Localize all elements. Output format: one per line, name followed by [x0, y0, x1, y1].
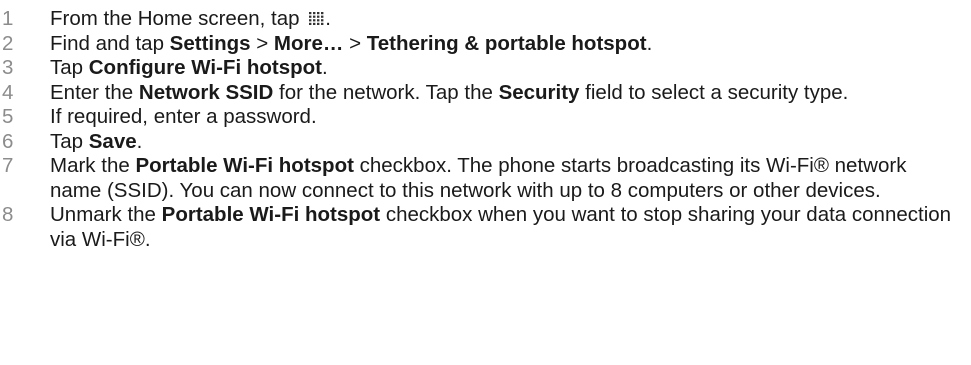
step-item: 6 Tap Save.: [0, 130, 971, 155]
step-item: 3 Tap Configure Wi-Fi hotspot.: [0, 56, 971, 81]
step-text-segment: Find and tap: [50, 31, 170, 55]
ui-term: Save: [88, 129, 137, 153]
step-text: Unmark the Portable Wi-Fi hotspot checkb…: [50, 203, 971, 252]
step-text: Tap Save.: [50, 130, 971, 155]
step-number: 4: [2, 80, 14, 104]
ui-term: Settings: [169, 31, 251, 55]
step-item: 2 Find and tap Settings > More… > Tetheri…: [0, 32, 971, 57]
ui-term: Portable Wi-Fi hotspot: [161, 203, 381, 226]
step-text: If required, enter a password.: [50, 105, 971, 130]
step-text-segment: >: [343, 31, 367, 55]
step-text-segment: Tap: [50, 56, 89, 79]
step-number: 7: [2, 154, 14, 177]
step-text-segment: Unmark the: [50, 203, 162, 226]
step-text-segment: .: [136, 129, 143, 153]
step-text: Enter the Network SSID for the network. …: [50, 81, 971, 106]
step-number: 5: [2, 105, 14, 128]
ui-term: Security: [498, 80, 580, 104]
step-text-segment: Mark the: [50, 154, 136, 177]
ui-term: More…: [273, 31, 344, 55]
step-text: Mark the Portable Wi-Fi hotspot checkbox…: [50, 154, 971, 203]
step-text-segment: .: [646, 31, 653, 55]
step-number: 8: [2, 203, 14, 226]
step-item: 4 Enter the Network SSID for the network.…: [0, 81, 971, 106]
ui-term: Tethering & portable hotspot: [366, 31, 647, 55]
step-item: 1 From the Home screen, tap .: [0, 7, 971, 32]
step-item: 8 Unmark the Portable Wi-Fi hotspot check…: [0, 203, 971, 252]
step-text-segment: Enter the: [50, 80, 139, 104]
step-number: 6: [2, 129, 14, 153]
step-text-segment: >: [250, 31, 274, 55]
step-text-segment: If required, enter a password.: [50, 105, 317, 128]
step-text-segment: .: [325, 7, 331, 30]
step-item: 7 Mark the Portable Wi-Fi hotspot checkbo…: [0, 154, 971, 203]
step-text-segment: From the Home screen, tap: [50, 7, 306, 30]
step-text: From the Home screen, tap .: [50, 7, 971, 32]
step-number: 2: [2, 31, 14, 55]
step-text-segment: for the network. Tap the: [273, 80, 499, 104]
apps-grid-icon: [309, 12, 324, 25]
step-text: Tap Configure Wi-Fi hotspot.: [50, 56, 971, 81]
step-number: 3: [2, 56, 14, 79]
ui-term: Portable Wi-Fi hotspot: [135, 154, 354, 177]
instruction-steps: 1 From the Home screen, tap . 2 Find and ta…: [0, 7, 971, 252]
step-number: 1: [2, 7, 14, 30]
step-text-segment: .: [322, 56, 328, 79]
ui-term: Configure Wi-Fi hotspot: [88, 56, 322, 79]
step-text: Find and tap Settings > More… > Tetherin…: [50, 32, 971, 57]
step-text-segment: Tap: [50, 129, 89, 153]
step-item: 5 If required, enter a password.: [0, 105, 971, 130]
step-text-segment: field to select a security type.: [579, 80, 849, 104]
ui-term: Network SSID: [138, 80, 274, 104]
